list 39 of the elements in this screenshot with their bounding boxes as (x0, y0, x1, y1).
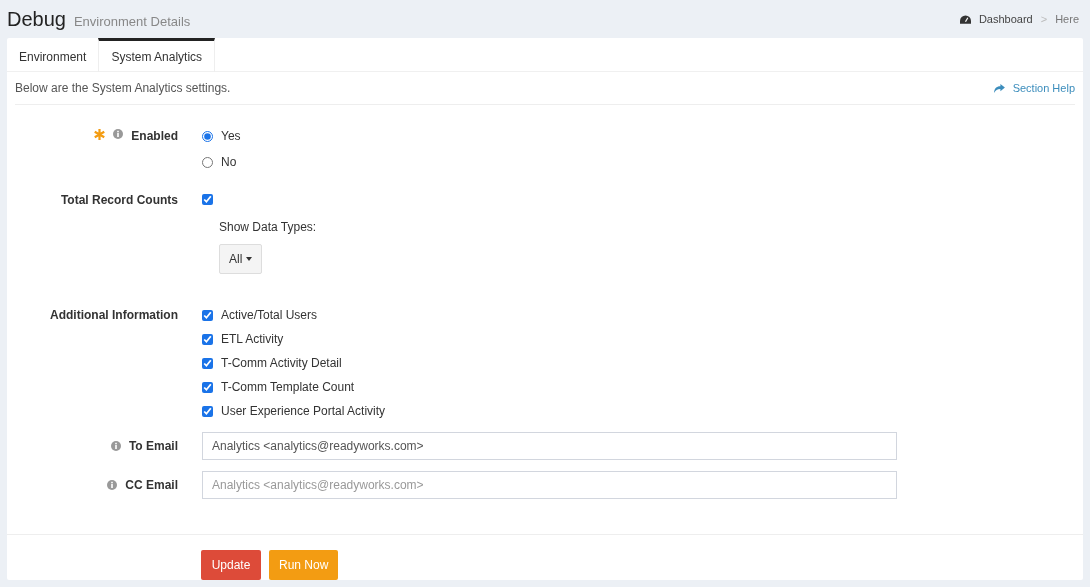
breadcrumb-link[interactable]: Dashboard (959, 10, 1033, 28)
checkbox-label[interactable]: Active/Total Users (221, 306, 318, 324)
field-label: To Email (128, 438, 178, 455)
page-subtitle: Environment Details (73, 13, 191, 31)
checkbox[interactable] (202, 357, 213, 369)
tab[interactable]: Environment (7, 38, 99, 72)
intro-text: Below are the System Analytics settings. (15, 80, 231, 97)
show-data-types-label: Show Data Types: (219, 219, 317, 236)
tab[interactable]: System Analytics (98, 38, 216, 72)
share-arrow-icon (993, 83, 1005, 93)
radio-button[interactable] (202, 130, 213, 142)
checkbox-label[interactable]: User Experience Portal Activity (221, 402, 386, 420)
checkbox-label[interactable]: T-Comm Template Count (221, 378, 355, 396)
radio-button[interactable] (202, 156, 213, 168)
info-icon (107, 480, 118, 490)
checkbox-label[interactable]: ETL Activity (221, 330, 284, 348)
checkbox[interactable] (202, 193, 213, 205)
option-label[interactable]: Yes (221, 127, 241, 145)
page-title: Debug (7, 7, 66, 32)
update-button[interactable]: Update (201, 550, 261, 580)
dashboard-icon (959, 14, 971, 24)
checkbox[interactable] (202, 405, 213, 417)
field-label: Enabled (131, 128, 178, 145)
breadcrumb-current: Here (1055, 11, 1079, 27)
section-help-link[interactable]: Section Help (993, 79, 1075, 97)
field-label: Additional Information (50, 308, 178, 322)
email-field[interactable]: Analytics <analytics@readyworks.com> (202, 471, 897, 499)
option-label[interactable]: No (221, 153, 237, 171)
email-field[interactable]: Analytics <analytics@readyworks.com> (202, 432, 897, 460)
breadcrumb-separator: > (1040, 11, 1048, 27)
caret-icon (246, 257, 253, 261)
checkbox[interactable] (202, 309, 213, 321)
field-label: Total Record Counts (60, 193, 178, 207)
info-icon (110, 441, 121, 451)
checkbox[interactable] (202, 381, 213, 393)
checkbox[interactable] (202, 333, 213, 345)
data-types-dropdown[interactable]: All (219, 244, 263, 274)
checkbox-label[interactable]: T-Comm Activity Detail (221, 354, 342, 372)
field-label: CC Email (125, 477, 178, 494)
